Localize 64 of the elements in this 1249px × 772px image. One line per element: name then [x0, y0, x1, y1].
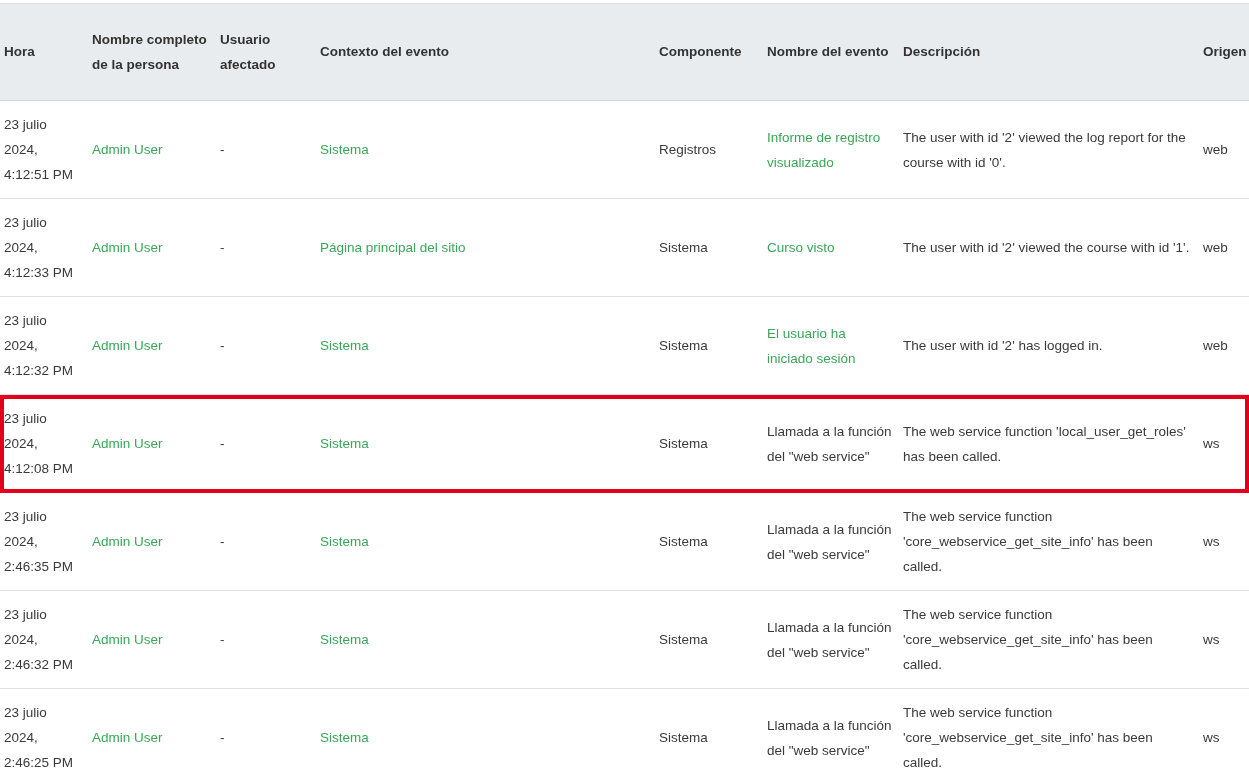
time-cell: 23 julio 2024, 4:12:32 PM — [0, 296, 88, 395]
person-link[interactable]: Admin User — [88, 198, 216, 297]
affected-user-cell: - — [216, 688, 316, 772]
affected-user-cell: - — [216, 394, 316, 493]
origin-cell: ws — [1199, 688, 1249, 772]
affected-user-cell: - — [216, 492, 316, 591]
time-cell: 23 julio 2024, 2:46:32 PM — [0, 590, 88, 689]
origin-cell: web — [1199, 296, 1249, 395]
description-cell: The user with id '2' viewed the log report for the course with id '0'. — [899, 100, 1199, 199]
event-name-cell: Llamada a la función del "web service" — [763, 492, 899, 591]
time-cell: 23 julio 2024, 2:46:35 PM — [0, 492, 88, 591]
context-link[interactable]: Sistema — [316, 100, 655, 199]
origin-cell: ws — [1199, 394, 1249, 493]
event-name-cell: Llamada a la función del "web service" — [763, 394, 899, 493]
origin-cell: ws — [1199, 492, 1249, 591]
person-link[interactable]: Admin User — [88, 492, 216, 591]
context-link[interactable]: Sistema — [316, 492, 655, 591]
origin-cell: ws — [1199, 590, 1249, 689]
time-cell: 23 julio 2024, 4:12:51 PM — [0, 100, 88, 199]
affected-user-cell: - — [216, 590, 316, 689]
description-cell: The web service function 'core_webservice_get_site_info' has been called. — [899, 590, 1199, 689]
component-cell: Sistema — [655, 492, 763, 591]
event-name-link[interactable]: El usuario ha iniciado sesión — [763, 296, 899, 395]
component-cell: Registros — [655, 100, 763, 199]
column-header[interactable]: Hora — [0, 3, 88, 101]
event-name-cell: Llamada a la función del "web service" — [763, 688, 899, 772]
event-name-cell: Llamada a la función del "web service" — [763, 590, 899, 689]
time-cell: 23 julio 2024, 4:12:33 PM — [0, 198, 88, 297]
description-cell: The user with id '2' has logged in. — [899, 296, 1199, 395]
component-cell: Sistema — [655, 198, 763, 297]
time-cell: 23 julio 2024, 2:46:25 PM — [0, 688, 88, 772]
person-link[interactable]: Admin User — [88, 394, 216, 493]
component-cell: Sistema — [655, 296, 763, 395]
column-header[interactable]: Contexto del evento — [316, 3, 655, 101]
time-cell: 23 julio 2024, 4:12:08 PM — [0, 394, 88, 493]
affected-user-cell: - — [216, 296, 316, 395]
column-header[interactable]: Descripción — [899, 3, 1199, 101]
person-link[interactable]: Admin User — [88, 590, 216, 689]
column-header[interactable]: Usuario afectado — [216, 3, 316, 101]
component-cell: Sistema — [655, 590, 763, 689]
description-cell: The web service function 'local_user_get_roles' has been called. — [899, 394, 1199, 493]
origin-cell: web — [1199, 198, 1249, 297]
column-header[interactable]: Nombre completo de la persona — [88, 3, 216, 101]
event-name-link[interactable]: Informe de registro visualizado — [763, 100, 899, 199]
context-link[interactable]: Sistema — [316, 394, 655, 493]
description-cell: The web service function 'core_webservice_get_site_info' has been called. — [899, 492, 1199, 591]
description-cell: The web service function 'core_webservice_get_site_info' has been called. — [899, 688, 1199, 772]
context-link[interactable]: Sistema — [316, 296, 655, 395]
event-name-link[interactable]: Curso visto — [763, 198, 899, 297]
affected-user-cell: - — [216, 198, 316, 297]
column-header[interactable]: Origen — [1199, 3, 1249, 101]
description-cell: The user with id '2' viewed the course with id '1'. — [899, 198, 1199, 297]
column-header[interactable]: Componente — [655, 3, 763, 101]
context-link[interactable]: Sistema — [316, 590, 655, 689]
component-cell: Sistema — [655, 688, 763, 772]
person-link[interactable]: Admin User — [88, 100, 216, 199]
person-link[interactable]: Admin User — [88, 296, 216, 395]
component-cell: Sistema — [655, 394, 763, 493]
person-link[interactable]: Admin User — [88, 688, 216, 772]
origin-cell: web — [1199, 100, 1249, 199]
column-header[interactable]: Nombre del evento — [763, 3, 899, 101]
context-link[interactable]: Sistema — [316, 688, 655, 772]
affected-user-cell: - — [216, 100, 316, 199]
context-link[interactable]: Página principal del sitio — [316, 198, 655, 297]
